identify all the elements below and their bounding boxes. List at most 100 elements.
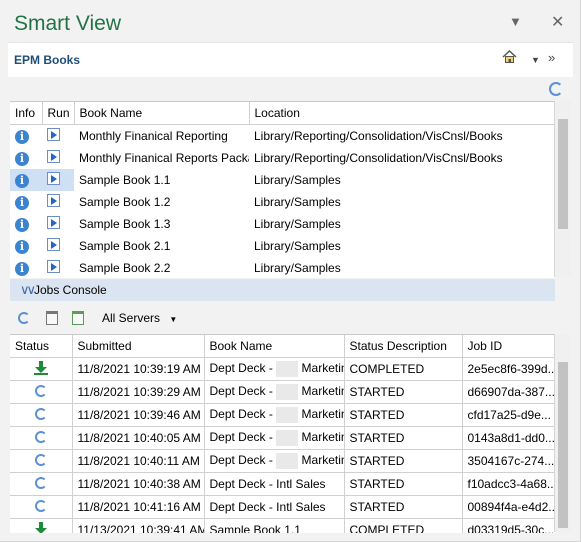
run-icon[interactable] <box>47 194 60 207</box>
job-book-name-cell: Sample Book 1.1 <box>204 518 345 533</box>
column-header-status[interactable]: Status <box>10 335 73 358</box>
column-header-submitted[interactable]: Submitted <box>72 335 205 358</box>
submitted-cell: 11/8/2021 10:39:19 AM <box>72 357 205 381</box>
jobs-refresh-icon[interactable] <box>18 312 30 324</box>
run-icon[interactable] <box>47 128 60 141</box>
run-icon[interactable] <box>47 216 60 229</box>
book-name-part: Sample Book 1.1 <box>209 523 301 533</box>
books-scrollbar[interactable] <box>554 101 571 277</box>
column-header-job-id[interactable]: Job ID <box>462 335 555 358</box>
info-icon[interactable]: i <box>15 129 29 144</box>
location-cell: Library/Samples <box>254 261 341 275</box>
run-cell[interactable] <box>42 213 74 235</box>
job-row[interactable]: 11/13/2021 10:39:41 AM Sample Book 1.1 COM… <box>10 518 555 533</box>
server-filter-value: All Servers <box>102 311 161 325</box>
job-row[interactable]: 11/8/2021 10:40:38 AM Dept Deck - Intl Sa… <box>10 472 555 496</box>
redacted-block <box>276 430 299 446</box>
book-name-part: Marketing <box>301 407 343 422</box>
status-cell <box>10 495 73 519</box>
job-book-name-cell: Dept Deck - Intl Sales <box>204 495 345 519</box>
book-row[interactable]: i Monthly Finanical Reports Package Librar… <box>10 147 555 169</box>
run-cell[interactable] <box>42 191 74 213</box>
book-row[interactable]: i Sample Book 1.2 Library/Samples <box>10 191 555 213</box>
run-icon[interactable] <box>47 172 60 185</box>
info-icon[interactable]: i <box>15 173 29 188</box>
download-icon[interactable] <box>33 360 48 375</box>
column-header-run[interactable]: Run <box>42 102 75 125</box>
book-name-cell: Sample Book 1.1 <box>79 173 171 187</box>
pane-menu-chevron-icon[interactable]: ▼ <box>509 14 522 29</box>
book-name-cell: Sample Book 1.2 <box>79 195 171 209</box>
book-row[interactable]: i Sample Book 2.2 Library/Samples <box>10 257 555 278</box>
status-description-cell: STARTED <box>344 472 463 496</box>
run-cell[interactable] <box>42 147 74 169</box>
job-row[interactable]: 11/8/2021 10:39:46 AM Dept Deck - Marketi… <box>10 403 555 427</box>
location-cell: Library/Samples <box>254 195 341 209</box>
run-cell[interactable] <box>42 235 74 257</box>
location-cell: Library/Samples <box>254 173 341 187</box>
jobs-console-header[interactable]: ∨∨ Jobs Console <box>10 279 555 301</box>
book-name-part: Marketing <box>301 453 343 468</box>
info-cell[interactable]: i <box>10 191 42 213</box>
delete-all-icon[interactable] <box>72 311 84 325</box>
job-id-cell: f10adcc3-4a68... <box>462 472 555 496</box>
redacted-block <box>276 453 299 469</box>
info-icon[interactable]: i <box>15 217 29 232</box>
book-name-cell: Monthly Finanical Reports Package <box>79 151 249 165</box>
job-row[interactable]: 11/8/2021 10:40:11 AM Dept Deck - Marketi… <box>10 449 555 473</box>
book-row[interactable]: i Sample Book 1.1 Library/Samples <box>10 169 555 191</box>
info-cell[interactable]: i <box>10 235 42 257</box>
books-scroll-thumb[interactable] <box>558 119 568 229</box>
run-cell[interactable] <box>42 257 74 278</box>
info-cell[interactable]: i <box>10 169 42 191</box>
column-header-location[interactable]: Location <box>249 102 555 125</box>
collapse-chevron-icon[interactable]: ∨∨ <box>20 282 36 298</box>
job-id-cell: 3504167c-274... <box>462 449 555 473</box>
info-cell[interactable]: i <box>10 125 42 148</box>
server-filter-dropdown[interactable]: All Servers ▼ <box>102 311 177 325</box>
book-row[interactable]: i Sample Book 2.1 Library/Samples <box>10 235 555 257</box>
column-header-status-description[interactable]: Status Description <box>344 335 463 358</box>
book-row[interactable]: i Monthly Finanical Reporting Library/Repo… <box>10 125 555 148</box>
jobs-scrollbar[interactable] <box>554 334 571 532</box>
home-icon[interactable] <box>502 49 517 67</box>
books-header-row: Info Run Book Name Location <box>10 102 555 125</box>
info-icon[interactable]: i <box>15 151 29 166</box>
info-cell[interactable]: i <box>10 213 42 235</box>
info-icon[interactable]: i <box>15 261 29 276</box>
book-name-part: Dept Deck - <box>209 453 273 468</box>
job-row[interactable]: 11/8/2021 10:41:16 AM Dept Deck - Intl Sa… <box>10 495 555 519</box>
run-icon[interactable] <box>47 150 60 163</box>
job-id-cell: cfd17a25-d9e... <box>462 403 555 427</box>
download-icon[interactable] <box>34 521 48 533</box>
info-cell[interactable]: i <box>10 257 42 278</box>
jobs-scroll-thumb[interactable] <box>558 362 568 528</box>
home-menu-chevron-icon[interactable]: ▼ <box>531 55 540 65</box>
refresh-icon <box>34 430 47 443</box>
redacted-block <box>276 384 299 400</box>
book-name-cell: Sample Book 1.3 <box>79 217 171 231</box>
delete-icon[interactable] <box>46 311 58 325</box>
status-cell <box>10 472 73 496</box>
column-header-book-name[interactable]: Book Name <box>204 335 345 358</box>
double-chevron-right-icon[interactable]: » <box>548 50 555 65</box>
book-name-cell: Sample Book 2.2 <box>79 261 171 275</box>
column-header-book-name[interactable]: Book Name <box>74 102 250 125</box>
info-icon[interactable]: i <box>15 239 29 254</box>
job-row[interactable]: 11/8/2021 10:40:05 AM Dept Deck - Marketi… <box>10 426 555 450</box>
job-row[interactable]: 11/8/2021 10:39:19 AM Dept Deck - Marketi… <box>10 357 555 381</box>
info-cell[interactable]: i <box>10 147 42 169</box>
location-cell: Library/Samples <box>254 239 341 253</box>
run-cell[interactable] <box>42 169 74 191</box>
status-cell <box>10 380 73 404</box>
refresh-icon[interactable] <box>549 82 563 96</box>
run-cell[interactable] <box>42 125 74 148</box>
smart-view-pane: Smart View ▼ ✕ EPM Books ▼ » Info Run Bo… <box>0 0 581 542</box>
info-icon[interactable]: i <box>15 195 29 210</box>
run-icon[interactable] <box>47 238 60 251</box>
job-row[interactable]: 11/8/2021 10:39:29 AM Dept Deck - Marketi… <box>10 380 555 404</box>
close-icon[interactable]: ✕ <box>551 12 564 32</box>
column-header-info[interactable]: Info <box>10 102 43 125</box>
book-row[interactable]: i Sample Book 1.3 Library/Samples <box>10 213 555 235</box>
run-icon[interactable] <box>47 260 60 273</box>
